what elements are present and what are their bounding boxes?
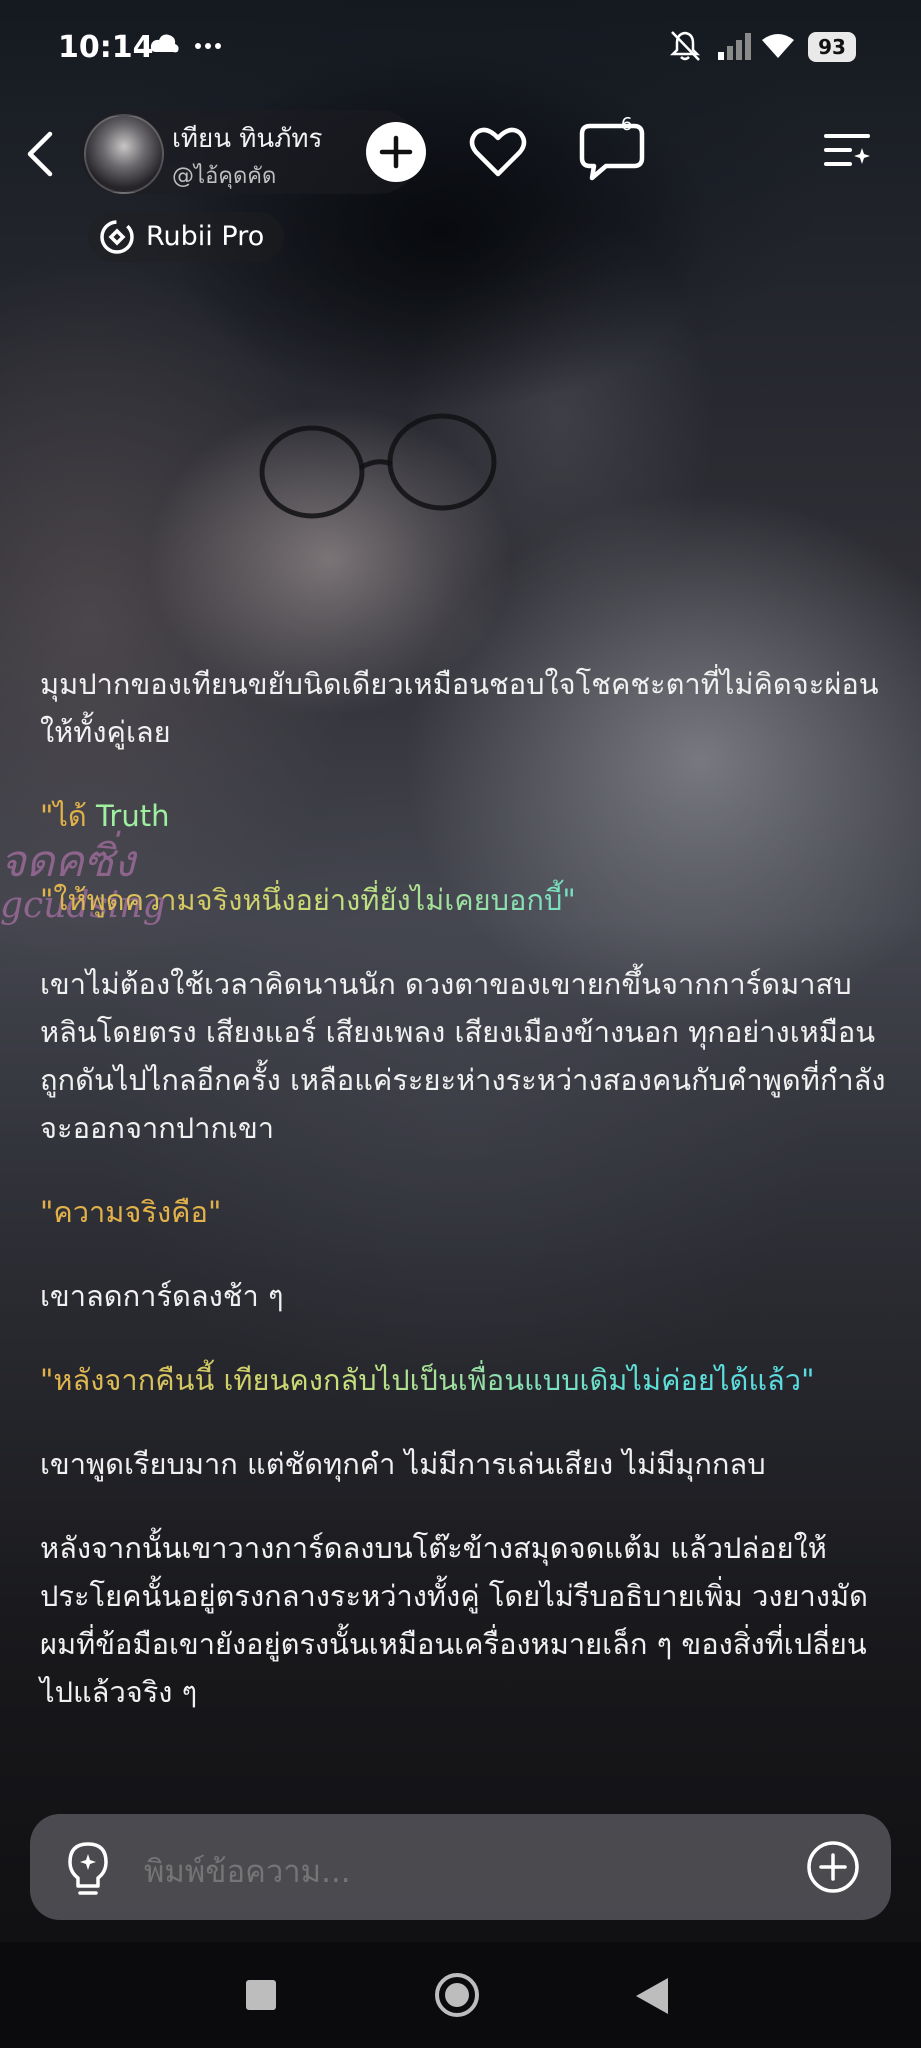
battery-level: 93 <box>808 32 856 62</box>
follow-button[interactable] <box>366 122 426 182</box>
character-name: เทียน ทินภัทร <box>172 124 323 154</box>
signal-icon <box>718 33 751 60</box>
menu-icon[interactable] <box>822 130 872 174</box>
recent-apps-icon[interactable] <box>244 1978 278 2012</box>
nav-back-icon[interactable] <box>634 1976 670 2016</box>
story-quote: "ความจริงคือ" <box>40 1195 222 1229</box>
status-bar: 10:14 93 <box>0 0 921 92</box>
more-icon <box>195 43 221 49</box>
comment-count: 6 <box>621 114 633 135</box>
wifi-icon <box>762 34 794 58</box>
message-input[interactable] <box>142 1851 746 1893</box>
quote-part: "ได้ <box>40 799 96 833</box>
back-icon[interactable] <box>20 128 64 180</box>
comment-icon[interactable] <box>576 116 650 186</box>
story-paragraph: มุมปากของเทียนขยับนิดเดียวเหมือนชอบใจโชค… <box>40 667 879 749</box>
story-paragraph: เขาไม่ต้องใช้เวลาคิดนานนัก ดวงตาของเขายก… <box>40 967 886 1145</box>
status-time: 10:14 <box>58 30 154 65</box>
rubii-icon <box>100 220 134 254</box>
add-icon <box>379 135 413 169</box>
plus-icon[interactable] <box>806 1840 860 1894</box>
rubii-pro-label: Rubii Pro <box>146 221 265 252</box>
story-paragraph: เขาลดการ์ดลงช้า ๆ <box>40 1279 284 1313</box>
quote-highlight: Truth <box>95 799 170 833</box>
story-quote: "ได้ Truth <box>40 792 890 840</box>
bulb-icon[interactable] <box>62 1840 114 1898</box>
avatar[interactable] <box>84 114 164 194</box>
story-content: มุมปากของเทียนขยับนิดเดียวเหมือนชอบใจโชค… <box>40 660 890 1716</box>
bell-off-icon <box>669 31 701 61</box>
story-quote: "หลังจากคืนนี้ เทียนคงกลับไปเป็นเพื่อนแบ… <box>40 1356 890 1404</box>
story-quote: "ให้พูดความจริงหนึ่งอย่างที่ยังไม่เคยบอก… <box>40 876 890 924</box>
character-handle: @ไอ้คุดคัด <box>172 164 277 189</box>
story-paragraph: หลังจากนั้นเขาวางการ์ดลงบนโต๊ะข้างสมุดจด… <box>40 1531 868 1709</box>
story-paragraph: เขาพูดเรียบมาก แต่ชัดทุกคำ ไม่มีการเล่นเ… <box>40 1447 766 1481</box>
cloud-icon <box>150 34 179 53</box>
system-nav-bar <box>0 1942 921 2048</box>
heart-icon[interactable] <box>468 122 528 182</box>
home-icon[interactable] <box>434 1972 480 2018</box>
